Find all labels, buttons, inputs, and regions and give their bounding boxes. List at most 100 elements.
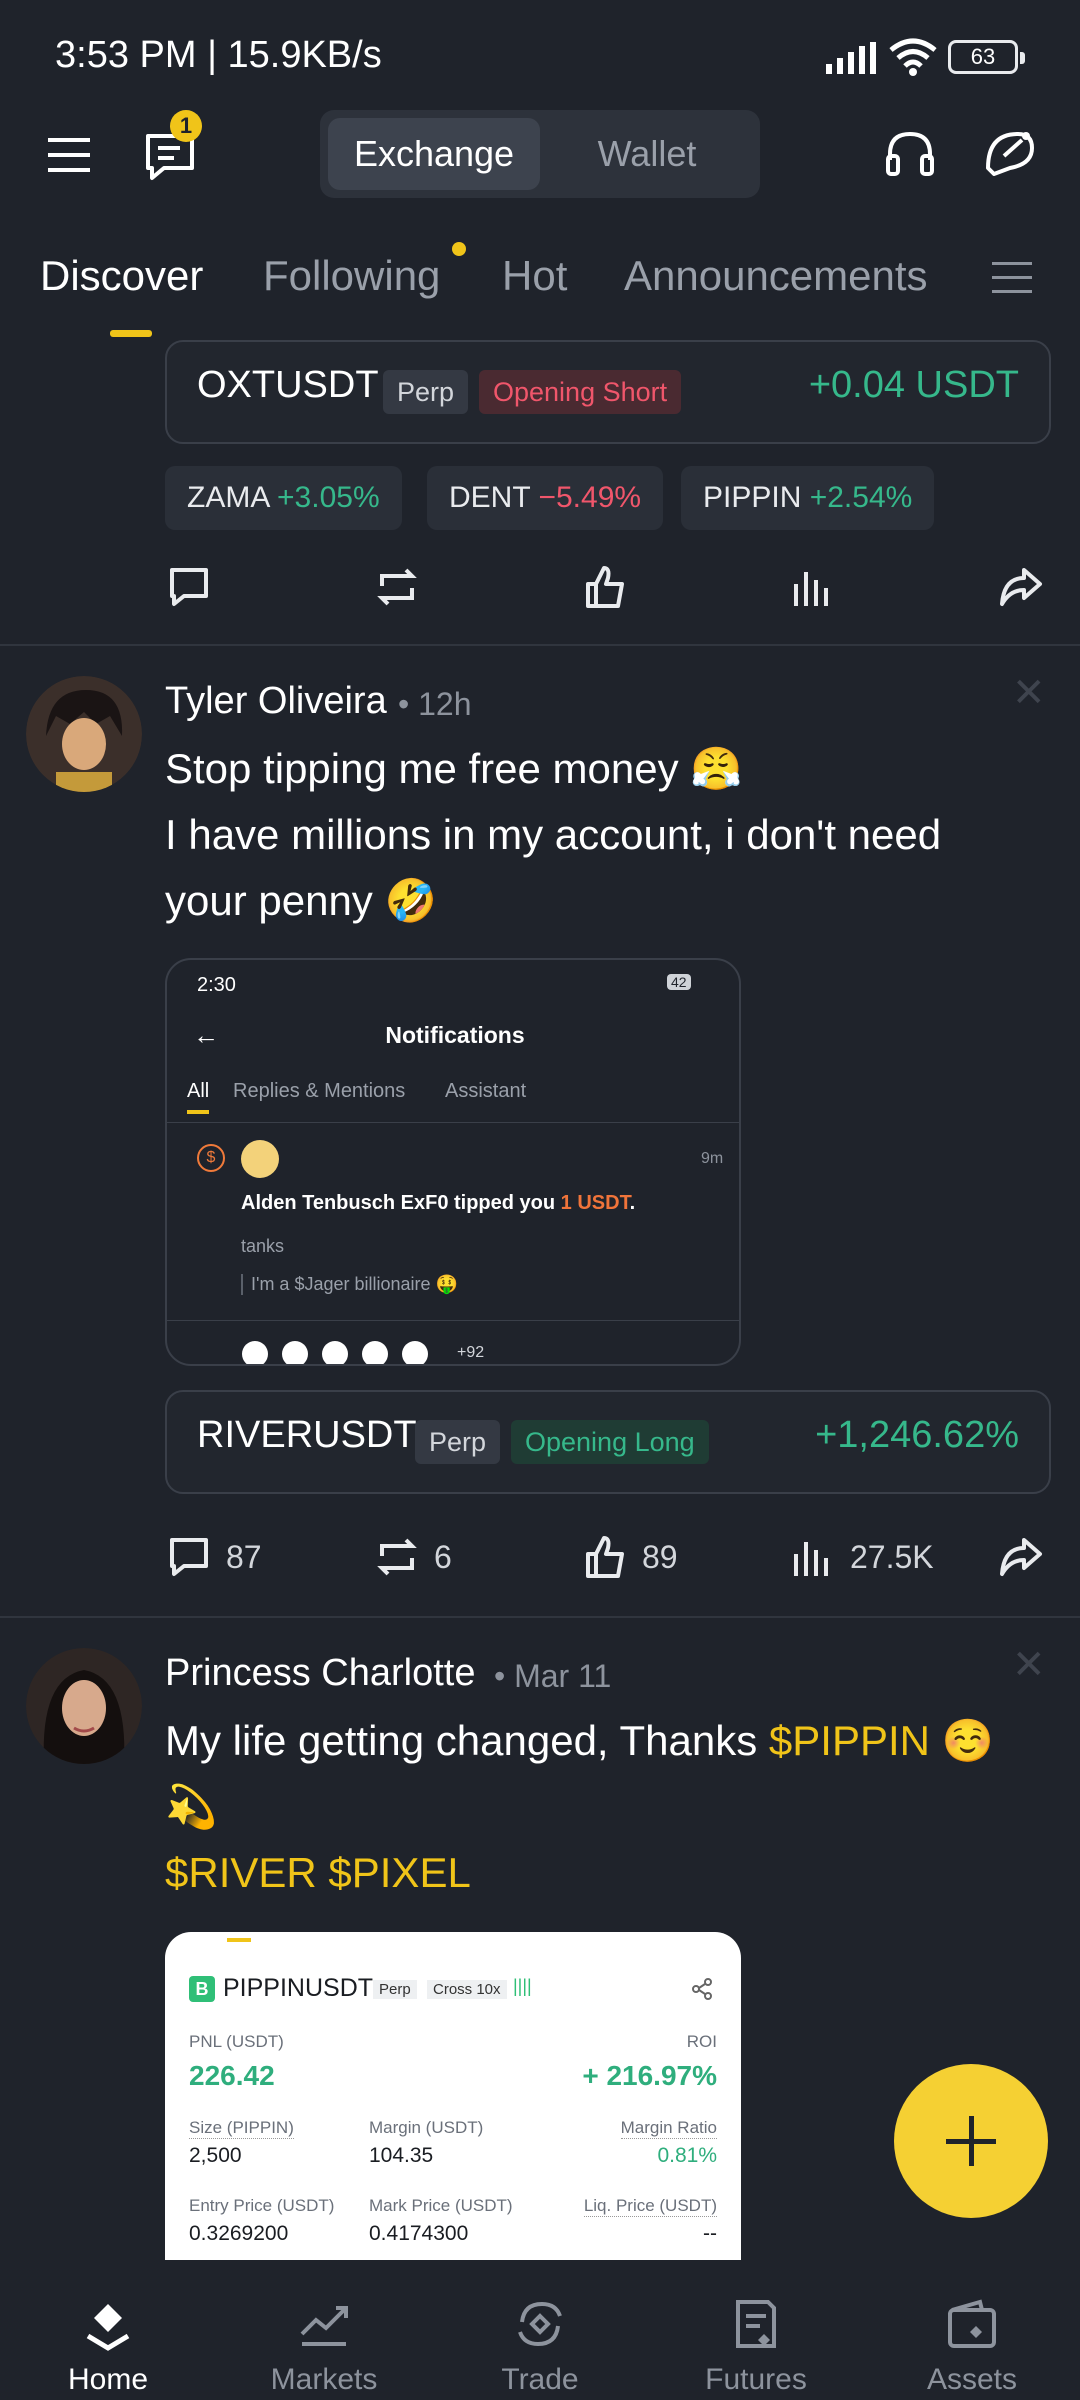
post-image-position-card[interactable]: B PIPPINUSDT Perp Cross 10x |||| PNL (US… xyxy=(165,1932,741,2260)
side-chip: Opening Short xyxy=(479,370,682,414)
support-headset-icon[interactable] xyxy=(882,126,938,182)
mark-price-value: 0.4174300 xyxy=(369,2222,469,2245)
post-time-value: 12h xyxy=(418,686,472,722)
status-time: 3:53 PM | 15.9KB/s xyxy=(55,34,382,76)
close-icon[interactable]: ✕ xyxy=(1012,1642,1046,1688)
liq-price-label: Liq. Price (USDT) xyxy=(583,2196,717,2217)
ticker-zama[interactable]: ZAMA +3.05% xyxy=(165,466,402,530)
wifi-icon xyxy=(889,38,937,76)
share-button[interactable] xyxy=(998,552,1044,622)
post-divider xyxy=(0,644,1080,646)
post-actions xyxy=(160,552,1060,622)
leverage-bars-icon: |||| xyxy=(513,1976,532,1996)
author-name[interactable]: Tyler Oliveira xyxy=(165,680,387,723)
post-divider xyxy=(0,1616,1080,1618)
comment-button[interactable] xyxy=(166,552,212,622)
shot-liker-avatars xyxy=(241,1340,441,1364)
trade-card-oxt[interactable]: OXTUSDT Perp Opening Short +0.04 USDT xyxy=(165,340,1051,444)
ticker-symbol: ZAMA xyxy=(187,481,269,514)
repost-count: 6 xyxy=(434,1538,452,1575)
like-button[interactable]: 89 xyxy=(582,1522,678,1592)
create-post-icon[interactable] xyxy=(980,124,1040,184)
repost-button[interactable]: 6 xyxy=(374,1522,452,1592)
shot-avatar xyxy=(241,1140,279,1178)
shot-dollar-icon: $ xyxy=(197,1144,225,1172)
tab-following[interactable]: Following xyxy=(263,252,440,300)
ticker-change: +3.05% xyxy=(277,481,380,514)
avatar-tyler[interactable] xyxy=(26,676,142,792)
cashtag-pippin[interactable]: $PIPPIN xyxy=(769,1717,930,1764)
exchange-tab[interactable]: Exchange xyxy=(328,118,540,190)
nav-trade[interactable]: Trade xyxy=(432,2260,648,2400)
home-icon xyxy=(86,2304,130,2351)
active-tab-indicator xyxy=(110,330,152,337)
trade-symbol: OXTUSDT xyxy=(197,364,379,406)
nav-home[interactable]: Home xyxy=(0,2260,216,2400)
size-label: Size (PIPPIN) xyxy=(189,2118,294,2139)
nav-label: Markets xyxy=(270,2363,378,2396)
shot-tab-indicator xyxy=(187,1110,209,1114)
mark-price-label: Mark Price (USDT) xyxy=(369,2196,513,2215)
nav-assets[interactable]: Assets xyxy=(864,2260,1080,2400)
repost-button[interactable] xyxy=(374,552,420,622)
close-icon[interactable]: ✕ xyxy=(1012,670,1046,716)
tab-discover[interactable]: Discover xyxy=(40,252,203,300)
view-count: 27.5K xyxy=(850,1538,934,1575)
shot-ago: 9m xyxy=(701,1150,724,1167)
roi-label: ROI xyxy=(686,2032,717,2051)
shot-tip-amount: 1 USDT xyxy=(560,1192,630,1214)
thumbs-up-icon xyxy=(586,1536,624,1578)
post-line: My life getting changed, Thanks $PIPPIN … xyxy=(165,1708,1045,1774)
ticker-pippin[interactable]: PIPPIN +2.54% xyxy=(681,466,935,530)
trade-pnl: +0.04 USDT xyxy=(808,364,1019,406)
post-time: • 12h xyxy=(398,686,472,722)
margin-ratio-label: Margin Ratio xyxy=(620,2118,717,2139)
shot-tab-all: All xyxy=(187,1080,210,1102)
menu-icon[interactable] xyxy=(46,130,96,180)
markets-chart-icon xyxy=(300,2306,348,2346)
repost-icon xyxy=(377,568,417,606)
share-icon xyxy=(1000,1538,1042,1576)
author-name[interactable]: Princess Charlotte xyxy=(165,1652,475,1695)
nav-label: Home xyxy=(67,2363,149,2396)
ticker-dent[interactable]: DENT −5.49% xyxy=(427,466,664,530)
avatar-charlotte[interactable] xyxy=(26,1648,142,1764)
roi-value: + 216.97% xyxy=(582,2060,717,2091)
tab-hot[interactable]: Hot xyxy=(502,252,567,300)
like-button[interactable] xyxy=(582,552,628,622)
nav-futures[interactable]: Futures xyxy=(648,2260,864,2400)
views-button[interactable] xyxy=(790,552,836,622)
tab-announcements[interactable]: Announcements xyxy=(624,252,928,300)
share-button[interactable] xyxy=(998,1522,1044,1592)
ticker-change: −5.49% xyxy=(538,481,642,514)
comment-icon xyxy=(170,568,208,606)
post-line: your penny 🤣 xyxy=(165,877,437,924)
bottom-nav: Home Markets Trade Futures Assets xyxy=(0,2260,1080,2400)
post-image-notifications[interactable]: 2:30 42 ← Notifications All Replies & Me… xyxy=(165,958,741,1366)
cashtags[interactable]: $RIVER $PIXEL xyxy=(165,1840,1045,1906)
share-icon xyxy=(1000,568,1042,606)
nav-markets[interactable]: Markets xyxy=(216,2260,432,2400)
views-button[interactable]: 27.5K xyxy=(790,1522,934,1592)
entry-price-value: 0.3269200 xyxy=(189,2222,289,2245)
card-share-icon xyxy=(692,1978,712,2000)
long-side-icon: B xyxy=(189,1976,215,2002)
shot-tab-assistant: Assistant xyxy=(445,1080,527,1102)
post-time-value: Mar 11 xyxy=(514,1658,612,1694)
trade-card-river[interactable]: RIVERUSDT Perp Opening Long +1,246.62% xyxy=(165,1390,1051,1494)
shot-tip-line: Alden Tenbusch ExF0 tipped you 1 USDT. xyxy=(241,1192,635,1215)
card-top-marker xyxy=(227,1938,251,1942)
shot-more-count: +92 xyxy=(457,1344,485,1361)
post-line: 💫 xyxy=(165,1783,218,1830)
shot-divider xyxy=(167,1320,739,1321)
trade-symbol: RIVERUSDT xyxy=(197,1414,417,1456)
post-text-part: ☺️ xyxy=(930,1717,994,1764)
comment-button[interactable]: 87 xyxy=(166,1522,262,1592)
perp-chip: Perp xyxy=(415,1420,501,1464)
trade-pnl: +1,246.62% xyxy=(815,1414,1019,1456)
wallet-tab[interactable]: Wallet xyxy=(542,118,752,190)
tab-list-icon[interactable] xyxy=(990,256,1034,300)
nav-label: Futures xyxy=(705,2363,807,2396)
nav-label: Trade xyxy=(501,2363,579,2396)
add-post-button[interactable] xyxy=(894,2064,1048,2218)
